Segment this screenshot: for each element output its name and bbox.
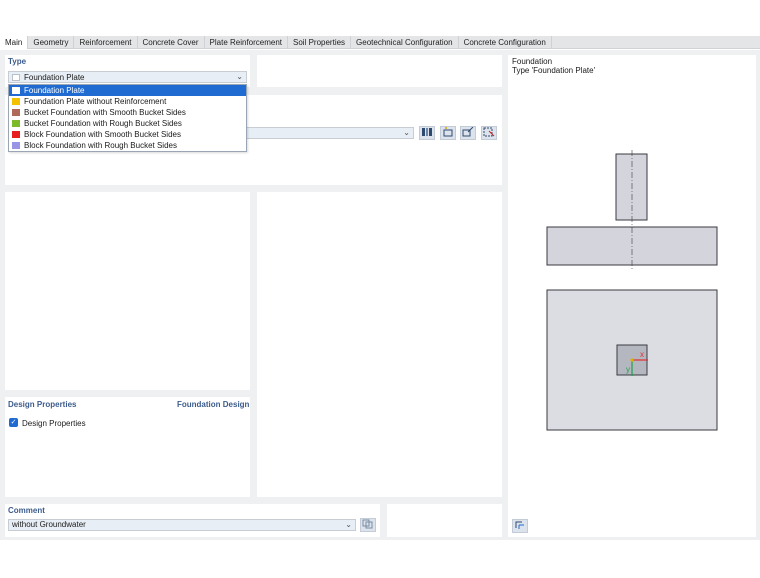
info-panel-right <box>257 192 502 497</box>
comment-select[interactable]: without Groundwater ⌄ <box>8 519 356 531</box>
foundation-design-title: Foundation Design <box>177 400 250 409</box>
comment-value: without Groundwater <box>12 520 86 529</box>
type-side-panel <box>257 55 502 87</box>
info-panel-left <box>5 192 250 390</box>
library-icon[interactable] <box>419 126 435 140</box>
type-option[interactable]: Foundation Plate <box>9 85 246 96</box>
swatch-icon <box>12 120 20 127</box>
type-option[interactable]: Foundation Plate without Reinforcement <box>9 96 246 107</box>
type-option[interactable]: Bucket Foundation with Smooth Bucket Sid… <box>9 107 246 118</box>
type-option[interactable]: Block Foundation with Rough Bucket Sides <box>9 140 246 151</box>
tab-reinforcement[interactable]: Reinforcement <box>74 36 138 49</box>
edit-icon[interactable] <box>460 126 476 140</box>
type-option[interactable]: Bucket Foundation with Rough Bucket Side… <box>9 118 246 129</box>
foundation-preview-graphic: x y <box>546 150 718 431</box>
tab-geotechnical-configuration[interactable]: Geotechnical Configuration <box>351 36 459 49</box>
new-icon[interactable] <box>440 126 456 140</box>
view-settings-icon[interactable] <box>512 519 528 533</box>
type-dropdown-list: Foundation Plate Foundation Plate withou… <box>8 84 247 152</box>
swatch-icon <box>12 98 20 105</box>
axis-y-label: y <box>626 365 630 374</box>
preview-title-line1: Foundation <box>512 57 553 66</box>
swatch-icon <box>12 109 20 116</box>
chevron-down-icon: ⌄ <box>236 72 243 81</box>
design-properties-title: Design Properties <box>8 400 77 409</box>
swatch-icon <box>12 142 20 149</box>
type-option[interactable]: Block Foundation with Smooth Bucket Side… <box>9 129 246 140</box>
comment-side-panel <box>387 504 502 537</box>
design-properties-label: Design Properties <box>22 419 86 428</box>
design-properties-panel <box>5 397 250 497</box>
tab-soil-properties[interactable]: Soil Properties <box>288 36 352 49</box>
type-title: Type <box>8 57 27 66</box>
axis-x-label: x <box>640 350 644 359</box>
chevron-down-icon: ⌄ <box>403 128 410 137</box>
preview-title-line2: Type 'Foundation Plate' <box>512 66 596 75</box>
tab-concrete-cover[interactable]: Concrete Cover <box>138 36 205 49</box>
copy-icon[interactable] <box>360 518 376 532</box>
swatch-icon <box>12 131 20 138</box>
tab-main[interactable]: Main <box>0 36 29 49</box>
column-elevation <box>615 153 648 221</box>
tab-bar: Main Geometry Reinforcement Concrete Cov… <box>0 36 760 49</box>
type-color-swatch <box>12 74 20 81</box>
select-icon[interactable] <box>481 126 497 140</box>
swatch-icon <box>12 87 20 94</box>
design-properties-checkbox[interactable]: ✓ <box>9 418 18 427</box>
tab-plate-reinforcement[interactable]: Plate Reinforcement <box>205 36 289 49</box>
tab-geometry[interactable]: Geometry <box>28 36 75 49</box>
origin-point <box>630 358 634 362</box>
comment-title: Comment <box>8 506 45 515</box>
type-select-value: Foundation Plate <box>24 73 85 82</box>
preview-title: Foundation Type 'Foundation Plate' <box>512 57 595 75</box>
tab-concrete-configuration[interactable]: Concrete Configuration <box>459 36 552 49</box>
type-select[interactable]: Foundation Plate ⌄ <box>8 71 247 83</box>
chevron-down-icon: ⌄ <box>345 520 352 529</box>
